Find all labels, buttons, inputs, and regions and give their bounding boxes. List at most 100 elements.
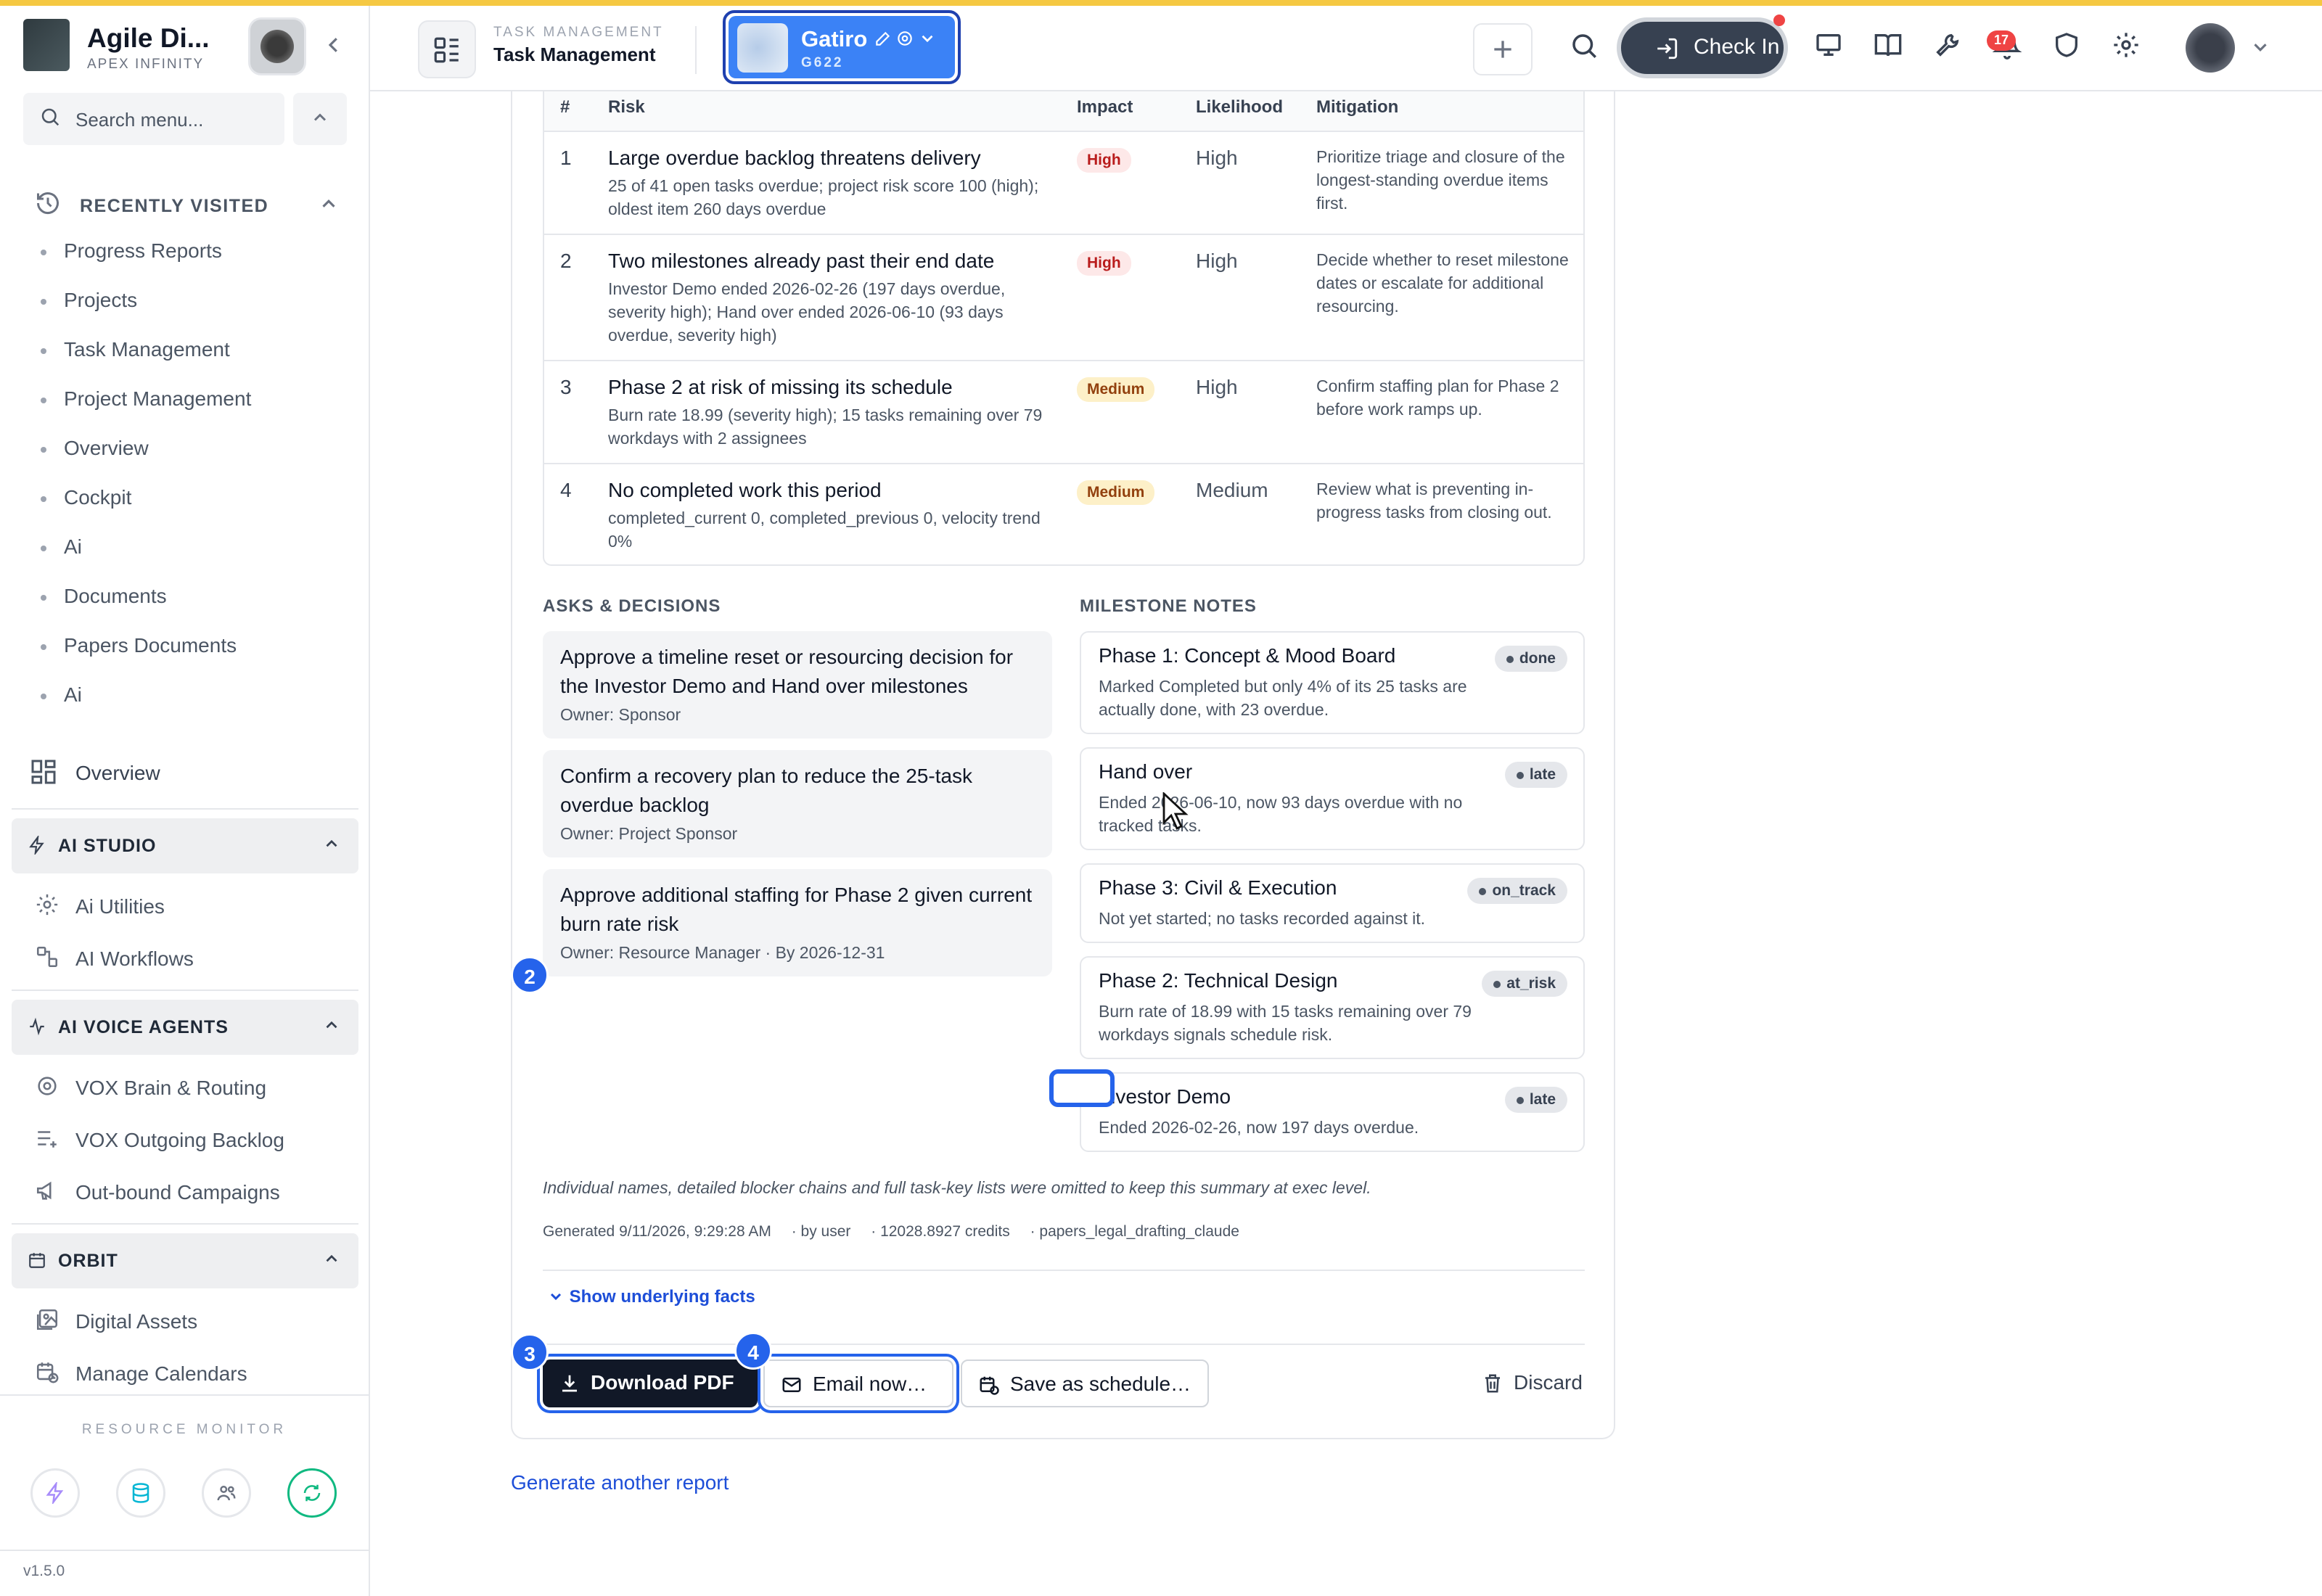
recent-item[interactable]: Progress Reports [41,239,251,289]
ask-owner: Owner: Resource Manager · By 2026-12-31 [560,943,885,962]
collapse-search-button[interactable] [293,93,347,145]
users-icon [217,1486,236,1501]
show-underlying-facts-toggle[interactable]: Show underlying facts [547,1287,755,1307]
recent-item[interactable]: Task Management [41,338,251,387]
gear-icon[interactable] [895,29,914,48]
monitor-icon[interactable] [1814,30,1843,63]
risk-title: Two milestones already past their end da… [608,250,995,272]
column-header: Impact [1077,97,1133,117]
plus-icon [1494,41,1511,58]
check-in-button[interactable]: Check In [1617,17,1788,78]
chevron-down-icon[interactable] [2249,36,2271,62]
module-label: TASK MANAGEMENT [493,25,664,40]
sidebar-item-outbound-campaigns[interactable]: Out-bound Campaigns [35,1174,354,1214]
cpu-monitor[interactable] [30,1468,80,1518]
chevron-left-icon [328,38,337,52]
layout-list-icon [434,37,459,63]
workspace-tools [874,29,937,52]
workflow-icon [35,945,60,973]
menu-search-input[interactable]: Search menu... [23,93,284,145]
sidebar-item-vox-brain[interactable]: VOX Brain & Routing [35,1069,354,1110]
search-icon[interactable] [1569,30,1599,65]
edit-icon[interactable] [874,29,893,48]
recent-item[interactable]: Cockpit [41,486,251,535]
gear-icon [35,1074,60,1102]
resource-monitor-title: RESOURCE MONITOR [81,1422,287,1437]
milestone-name: Phase 3: Civil & Execution [1099,876,1337,899]
email-now-button[interactable]: Email now… [763,1360,953,1407]
page-title: Task Management [493,44,656,65]
brand-logo[interactable] [23,19,70,71]
recent-item[interactable]: Projects [41,289,251,338]
chevron-up-icon [322,1249,341,1272]
book-icon[interactable] [1874,30,1903,63]
column-header: Mitigation [1316,97,1399,117]
chevron-down-icon[interactable] [918,29,937,48]
ask-item: Approve additional staffing for Phase 2 … [543,869,1052,976]
sidebar-item-ai-workflows[interactable]: AI Workflows [35,940,354,981]
top-accent-stripe [0,0,2322,6]
milestone-card: Phase 1: Concept & Mood Board Marked Com… [1080,631,1585,734]
megaphone-icon [35,1178,60,1206]
milestone-name: Phase 1: Concept & Mood Board [1099,644,1396,667]
generated-at: Generated 9/11/2026, 9:29:28 AM [543,1223,771,1240]
users-monitor[interactable] [202,1468,251,1518]
report-meta: Generated 9/11/2026, 9:29:28 AM · by use… [543,1223,1255,1241]
ask-text: Approve additional staffing for Phase 2 … [560,884,1033,935]
module-switcher-button[interactable] [418,20,476,78]
org-avatar[interactable] [248,17,306,75]
recent-item[interactable]: Papers Documents [41,634,251,683]
recent-item[interactable]: Overview [41,437,251,486]
risk-detail: completed_current 0, completed_previous … [608,509,1041,551]
gear-icon [35,892,60,921]
highlighted-target[interactable] [1049,1069,1115,1107]
save-as-schedule-button[interactable]: Save as schedule… [961,1360,1209,1407]
recent-item[interactable]: Ai [41,683,251,733]
generate-another-report-link[interactable]: Generate another report [511,1471,729,1494]
sidebar-item-label: Manage Calendars [75,1362,247,1385]
storage-monitor[interactable] [116,1468,165,1518]
sidebar-item-digital-assets[interactable]: Digital Assets [35,1303,354,1344]
brand-name[interactable]: Agile Di... [87,23,210,54]
search-icon [39,106,61,131]
recent-item[interactable]: Documents [41,585,251,634]
ask-owner: Owner: Project Sponsor [560,824,738,843]
refresh-icon [303,1484,321,1502]
email-label: Email now… [813,1373,927,1395]
add-button[interactable] [1473,23,1533,75]
bolt-icon [28,834,46,858]
impact-badge: High [1077,251,1131,276]
sidebar-item-label: Digital Assets [75,1310,198,1333]
annotation-marker: 3 [511,1333,549,1371]
sidebar-item-manage-calendars[interactable]: Manage Calendars [35,1355,354,1396]
recent-item[interactable]: Project Management [41,387,251,437]
section-ai-voice-agents[interactable]: AI VOICE AGENTS [12,1000,358,1055]
sync-monitor[interactable] [287,1468,337,1518]
section-title: AI VOICE AGENTS [58,1017,229,1037]
user-avatar[interactable] [2186,23,2235,73]
recent-item[interactable]: Ai [41,535,251,585]
recently-visited-header[interactable]: RECENTLY VISITED [35,190,340,222]
section-ai-studio[interactable]: AI STUDIO [12,818,358,873]
settings-gear-icon[interactable] [2112,30,2141,63]
likelihood: High [1196,147,1238,169]
divider [695,26,697,74]
shield-icon[interactable] [2052,30,2081,63]
ask-owner: Owner: Sponsor [560,705,681,724]
milestone-card: Phase 3: Civil & Execution Not yet start… [1080,863,1585,943]
chevron-up-icon [322,834,341,857]
resource-monitor: RESOURCE MONITOR [0,1394,369,1548]
milestone-name: Investor Demo [1099,1085,1231,1108]
collapse-sidebar-button[interactable] [319,32,348,62]
wrench-icon[interactable] [1933,30,1962,63]
sidebar-item-ai-utilities[interactable]: Ai Utilities [35,888,354,929]
download-pdf-button[interactable]: Download PDF [543,1360,758,1407]
likelihood: Medium [1196,479,1268,501]
workspace-name: Gatiro [801,26,868,52]
section-orbit[interactable]: ORBIT [12,1233,358,1288]
discard-button[interactable]: Discard [1466,1360,1586,1407]
workspace-selector[interactable]: Gatiro G622 [723,10,961,84]
sidebar-item-overview[interactable]: Overview [29,754,348,798]
sidebar-item-vox-outgoing-backlog[interactable]: VOX Outgoing Backlog [35,1122,354,1162]
column-header: # [560,97,570,117]
